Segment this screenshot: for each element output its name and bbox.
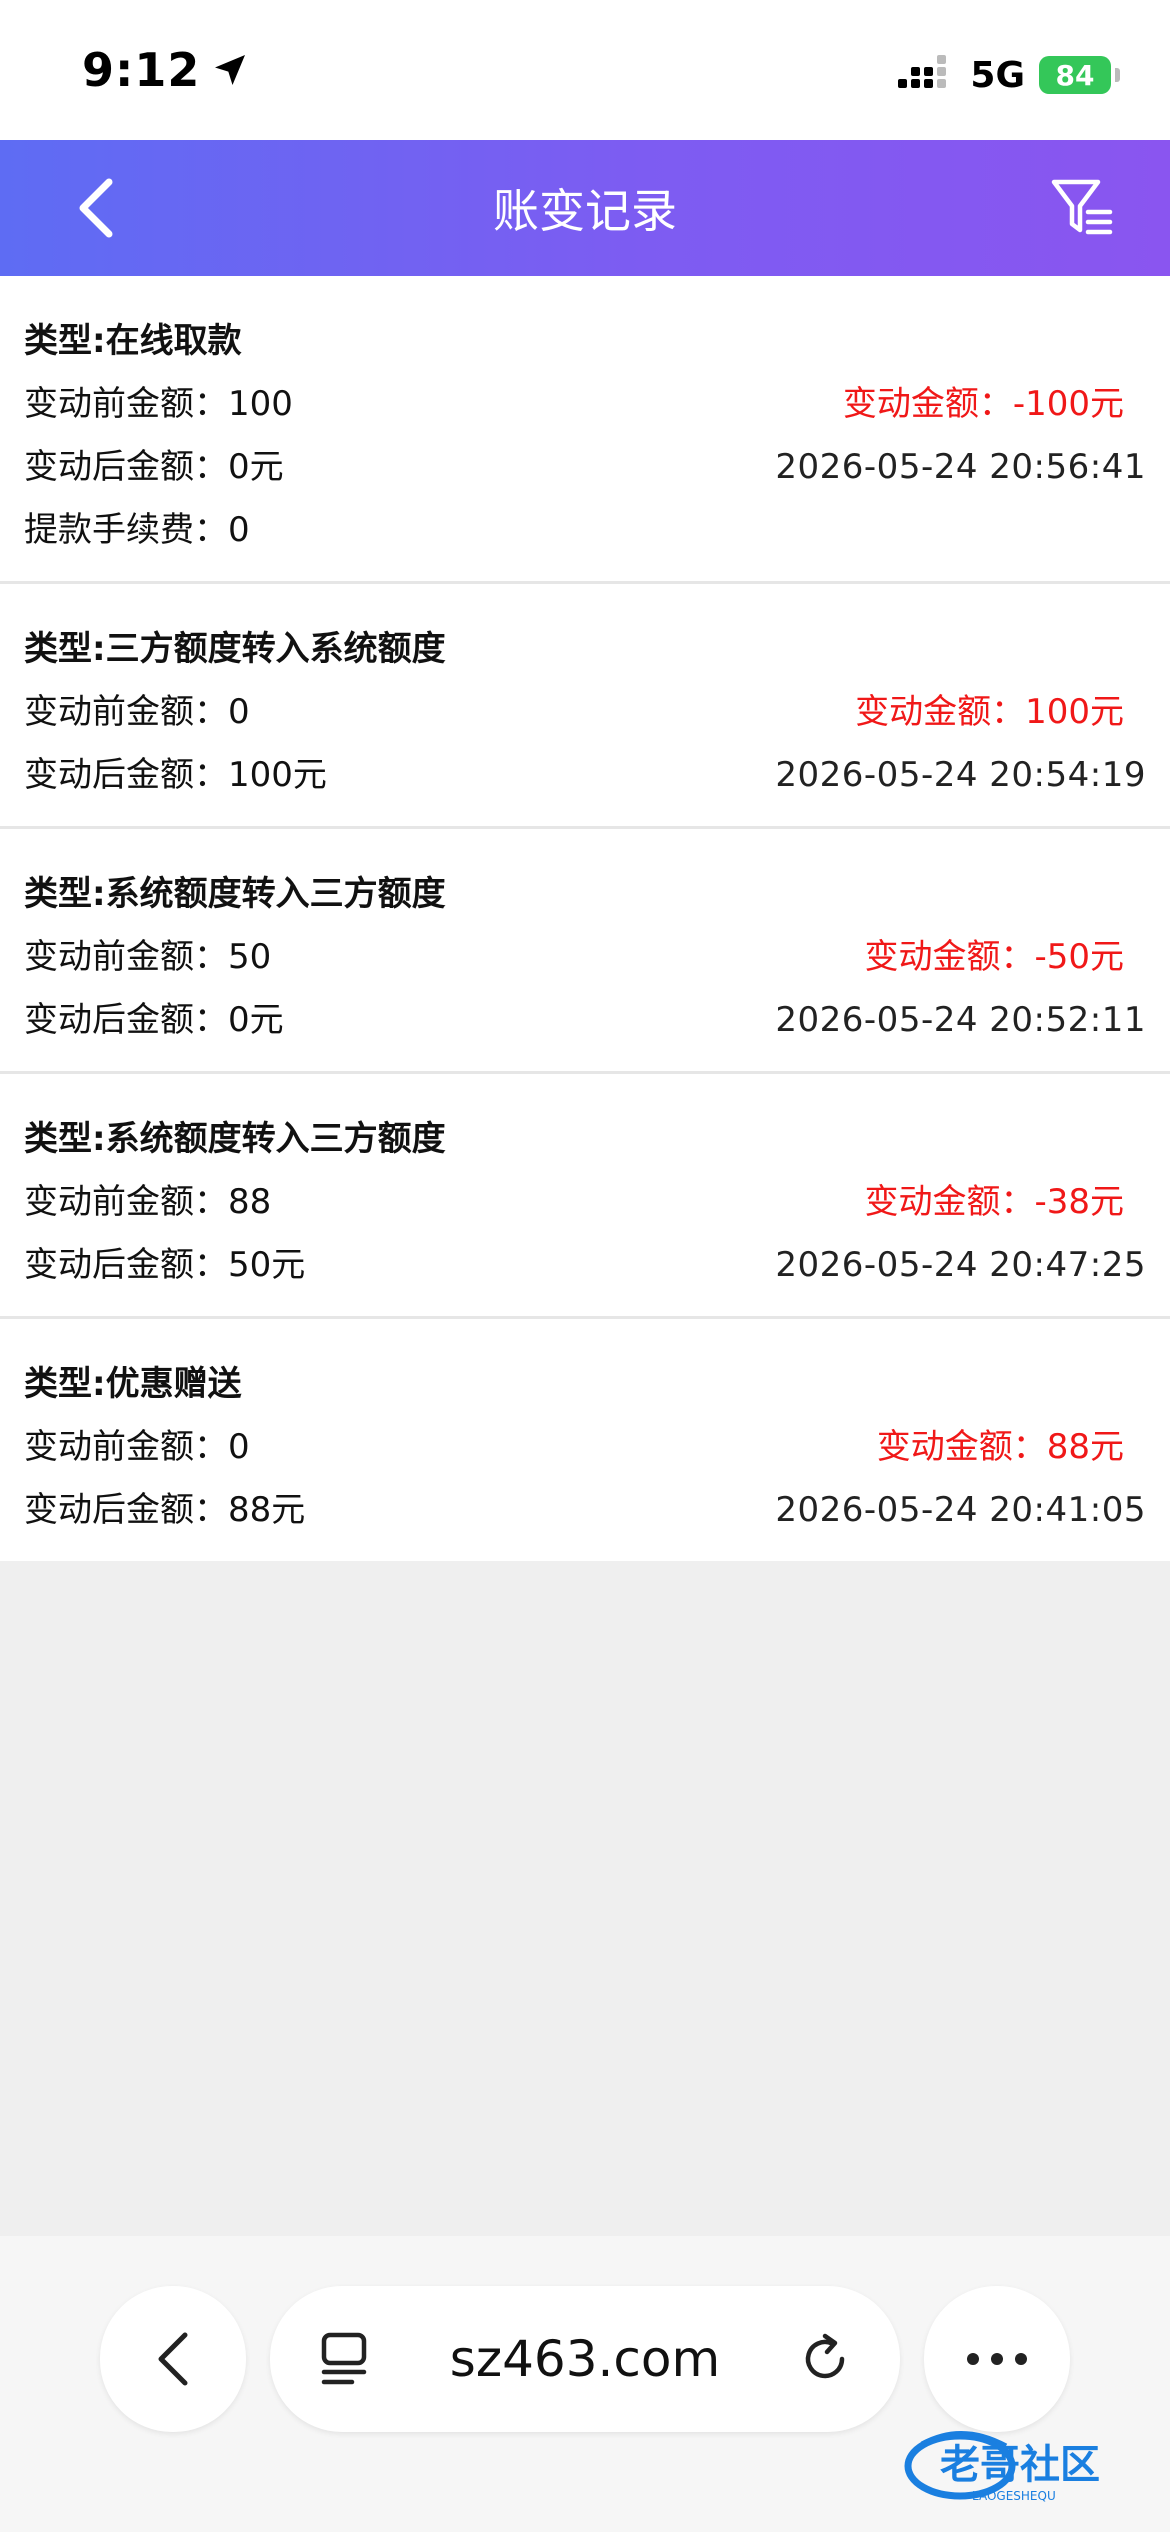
record-type: 类型:系统额度转入三方额度 [24, 874, 446, 914]
record-time: 2026-05-24 20:54:19 [775, 755, 1146, 795]
record-row: 变动前金额：0 变动金额：100元 [24, 689, 1146, 735]
record-row: 变动前金额：0 变动金额：88元 [24, 1424, 1146, 1470]
record-row: 变动后金额：88元 2026-05-24 20:41:05 [24, 1487, 1146, 1533]
record-row: 变动后金额：50元 2026-05-24 20:47:25 [24, 1242, 1146, 1288]
more-icon [967, 2353, 1027, 2365]
location-arrow-icon [215, 55, 246, 85]
signal-icon [898, 55, 947, 88]
status-bar: 9:12 5G 84 [0, 0, 1170, 140]
svg-text:老哥社区: 老哥社区 [940, 2442, 1100, 2488]
record-type: 类型:系统额度转入三方额度 [24, 1119, 446, 1159]
amount-after: 变动后金额：88元 [24, 1490, 306, 1530]
transaction-record: 类型:三方额度转入系统额度 变动前金额：0 变动金额：100元 变动后金额：10… [0, 584, 1170, 829]
amount-after: 变动后金额：50元 [24, 1245, 306, 1285]
change-amount: 变动金额：88元 [876, 1427, 1124, 1467]
amount-before: 变动前金额：88 [24, 1182, 272, 1222]
record-row: 变动后金额：0元 2026-05-24 20:56:41 [24, 444, 1146, 490]
change-amount: 变动金额：100元 [855, 692, 1124, 732]
battery-tip [1115, 68, 1120, 82]
record-time: 2026-05-24 20:56:41 [775, 447, 1146, 487]
status-time-group: 9:12 [82, 40, 250, 100]
amount-before: 变动前金额：0 [24, 692, 250, 732]
transaction-record: 类型:系统额度转入三方额度 变动前金额：50 变动金额：-50元 变动后金额：0… [0, 829, 1170, 1074]
address-bar[interactable]: sz463.com [270, 2286, 900, 2432]
record-row: 变动后金额：0元 2026-05-24 20:52:11 [24, 997, 1146, 1043]
browser-back-button[interactable] [100, 2286, 246, 2432]
battery-icon: 84 [1039, 56, 1111, 94]
transaction-record: 类型:在线取款 变动前金额：100 变动金额：-100元 变动后金额：0元 20… [0, 276, 1170, 584]
change-amount: 变动金额：-100元 [842, 384, 1124, 424]
record-row: 变动前金额：88 变动金额：-38元 [24, 1179, 1146, 1225]
change-amount: 变动金额：-50元 [864, 937, 1124, 977]
record-row: 变动前金额：100 变动金额：-100元 [24, 381, 1146, 427]
transaction-record: 类型:优惠赠送 变动前金额：0 变动金额：88元 变动后金额：88元 2026-… [0, 1319, 1170, 1561]
record-row: 提款手续费：0 [24, 507, 1146, 553]
svg-text:LAOGESHEQU: LAOGESHEQU [972, 2489, 1056, 2503]
record-type: 类型:在线取款 [24, 321, 242, 361]
amount-after: 变动后金额：0元 [24, 447, 284, 487]
watermark-logo: 老哥社区 LAOGESHEQU [904, 2431, 1100, 2503]
transaction-list: 类型:在线取款 变动前金额：100 变动金额：-100元 变动后金额：0元 20… [0, 276, 1170, 1561]
record-row: 变动前金额：50 变动金额：-50元 [24, 934, 1146, 980]
transaction-record: 类型:系统额度转入三方额度 变动前金额：88 变动金额：-38元 变动后金额：5… [0, 1074, 1170, 1319]
chevron-left-icon [158, 2332, 188, 2386]
header-bar: 账变记录 [0, 140, 1170, 276]
record-time: 2026-05-24 20:47:25 [775, 1245, 1146, 1285]
amount-after: 变动后金额：0元 [24, 1000, 284, 1040]
amount-after: 变动后金额：100元 [24, 755, 327, 795]
record-type: 类型:优惠赠送 [24, 1364, 242, 1404]
record-row: 变动后金额：100元 2026-05-24 20:54:19 [24, 752, 1146, 798]
more-button[interactable] [924, 2286, 1070, 2432]
filter-icon[interactable] [1050, 176, 1114, 240]
page-title: 账变记录 [493, 184, 677, 238]
network-type: 5G [970, 54, 1025, 96]
status-time: 9:12 [82, 43, 201, 97]
record-time: 2026-05-24 20:41:05 [775, 1490, 1146, 1530]
battery-level: 84 [1055, 58, 1095, 92]
record-type: 类型:三方额度转入系统额度 [24, 629, 446, 669]
withdraw-fee: 提款手续费：0 [24, 510, 250, 550]
amount-before: 变动前金额：50 [24, 937, 272, 977]
change-amount: 变动金额：-38元 [864, 1182, 1124, 1222]
amount-before: 变动前金额：0 [24, 1427, 250, 1467]
amount-before: 变动前金额：100 [24, 384, 293, 424]
record-time: 2026-05-24 20:52:11 [775, 1000, 1146, 1040]
reload-icon[interactable] [798, 2331, 854, 2387]
status-indicators: 5G 84 [896, 50, 1120, 100]
